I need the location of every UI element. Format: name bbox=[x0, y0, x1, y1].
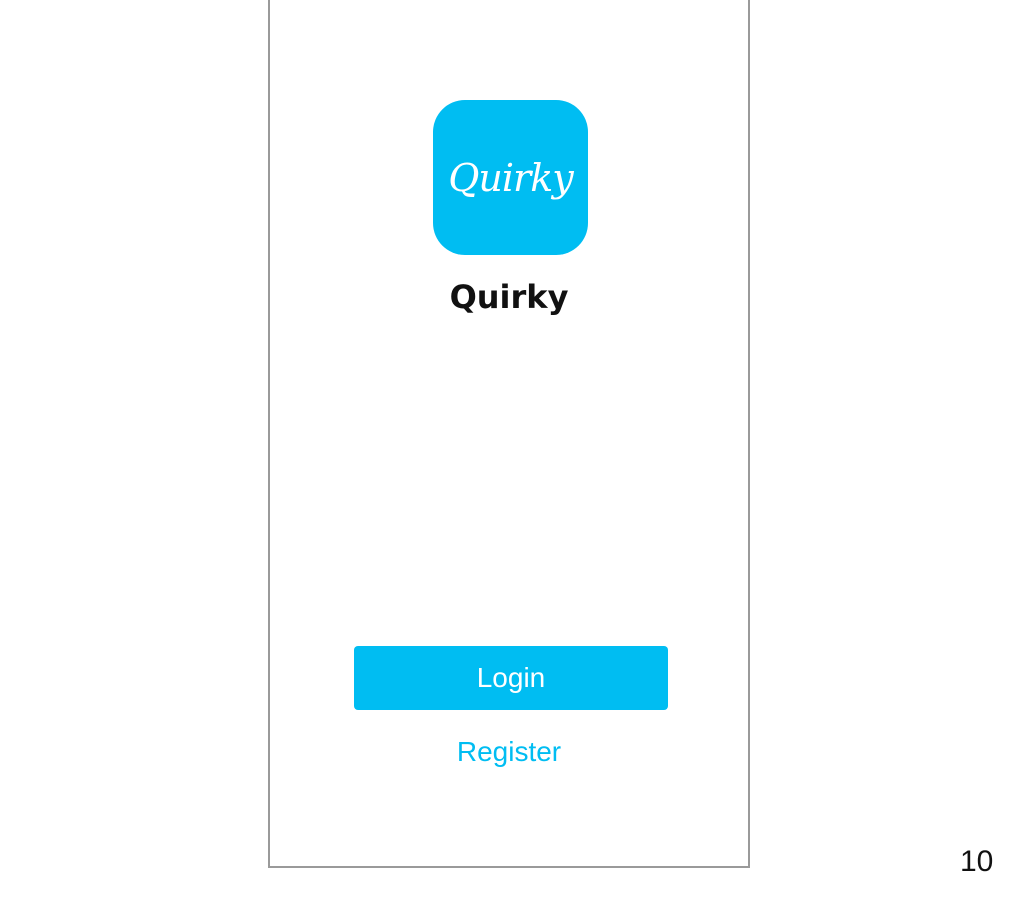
quirky-logo-icon: Quirky bbox=[433, 100, 588, 255]
register-link[interactable]: Register bbox=[270, 736, 748, 768]
phone-screen-frame: Quirky Quirky Login Register bbox=[268, 0, 750, 868]
page-number: 10 bbox=[960, 845, 994, 878]
login-button[interactable]: Login bbox=[354, 646, 668, 710]
app-icon-label: Quirky bbox=[448, 155, 573, 200]
app-title: Quirky bbox=[449, 278, 569, 316]
